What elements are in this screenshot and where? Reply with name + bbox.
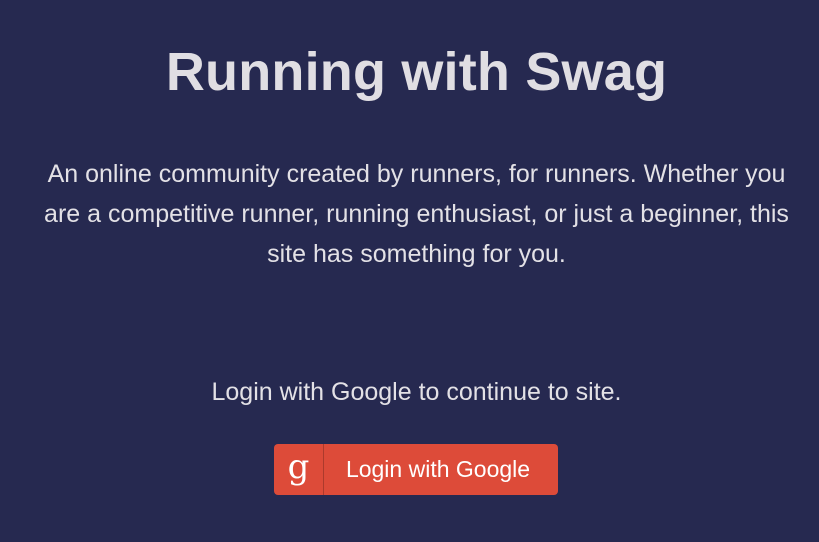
page-title: Running with Swag (165, 42, 668, 102)
google-login-button[interactable]: g Login with Google (274, 444, 558, 495)
landing-page: Running with Swag An online community cr… (0, 0, 819, 542)
google-login-label: Login with Google (345, 456, 531, 482)
login-prompt: Login with Google to continue to site. (211, 378, 622, 406)
site-description: An online community created by runners, … (44, 160, 789, 268)
google-icon-container: g (274, 444, 324, 495)
google-g-icon: g (287, 446, 310, 487)
